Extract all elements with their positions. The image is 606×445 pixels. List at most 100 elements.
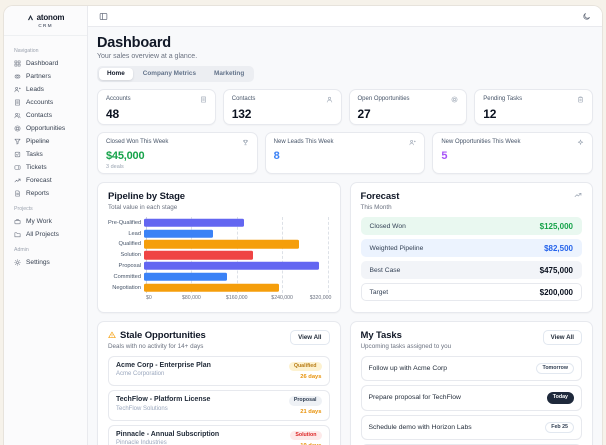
sidebar-item-tasks[interactable]: Tasks — [11, 148, 80, 161]
clipboard-icon — [577, 96, 584, 103]
pipeline-chart-subtitle: Total value in each stage — [108, 204, 178, 212]
task-item[interactable]: Follow up with Acme Corp Tomorrow — [360, 355, 582, 382]
pipeline-bar-chart: Pre-Qualified Lead Qualified Solution Pr… — [108, 217, 331, 304]
ticket-icon — [14, 164, 21, 171]
forecast-row-best-case: Best Case $475,000 — [360, 261, 582, 280]
sidebar-item-leads[interactable]: Leads — [11, 83, 80, 96]
sidebar-item-partners[interactable]: Partners — [11, 70, 80, 83]
pipeline-chart-title: Pipeline by Stage — [108, 191, 185, 203]
sidebar-item-all-projects[interactable]: All Projects — [11, 228, 80, 241]
chart-row: Proposal — [108, 261, 330, 272]
closed-won-value: $45,000 — [106, 150, 145, 163]
stat-value-accounts: 48 — [106, 107, 119, 122]
stat-card-open-opportunities: Open Opportunities 27 — [348, 89, 468, 126]
new-opportunities-value: 5 — [441, 150, 448, 163]
opportunity-item[interactable]: Acme Corp - Enterprise Plan Acme Corpora… — [108, 355, 330, 387]
sidebar-item-accounts[interactable]: Accounts — [11, 96, 80, 109]
opportunity-item[interactable]: Pinnacle - Annual Subscription Pinnacle … — [108, 424, 330, 445]
pipeline-chart-panel: Pipeline by Stage Total value in each st… — [97, 182, 341, 313]
sidebar-item-forecast[interactable]: Forecast — [11, 174, 80, 187]
highlights-row: Closed Won This Week $45,000 3 deals New… — [97, 132, 593, 175]
sidebar-item-dashboard[interactable]: Dashboard — [11, 57, 80, 70]
dashboard-content: Dashboard Your sales overview at a glanc… — [88, 27, 602, 445]
sidebar-item-settings[interactable]: Settings — [11, 256, 80, 269]
stale-opportunities-list: Acme Corp - Enterprise Plan Acme Corpora… — [108, 355, 330, 445]
main-area: Dashboard Your sales overview at a glanc… — [88, 6, 602, 445]
due-badge: Feb 25 — [545, 421, 574, 433]
my-tasks-panel: My Tasks Upcoming tasks assigned to you … — [349, 320, 593, 445]
tab-marketing[interactable]: Marketing — [206, 68, 252, 80]
stat-value-pending-tasks: 12 — [483, 107, 497, 122]
theme-toggle-button[interactable] — [580, 10, 593, 23]
partners-icon — [14, 73, 21, 80]
topbar — [88, 6, 602, 27]
funnel-icon — [14, 138, 21, 145]
bar-proposal — [144, 261, 319, 271]
bar-pre-qualified — [144, 218, 245, 227]
closed-won-deals: 3 deals — [106, 164, 124, 171]
app-window: atonom CRM Navigation Dashboard Partners… — [0, 0, 606, 445]
stage-badge: Solution — [290, 430, 322, 440]
sidebar-item-my-work[interactable]: My Work — [11, 215, 80, 228]
app-product: CRM — [38, 24, 53, 29]
stale-opportunities-title: Stale Opportunities — [120, 329, 206, 341]
user-icon — [326, 96, 333, 103]
task-item[interactable]: Prepare proposal for TechFlow Today — [360, 385, 582, 411]
sidebar-item-opportunities[interactable]: Opportunities — [11, 122, 80, 135]
stat-value-contacts: 132 — [231, 107, 252, 122]
bar-negotiation — [144, 283, 279, 292]
stage-badge: Proposal — [288, 396, 322, 406]
tab-home[interactable]: Home — [99, 68, 133, 81]
trending-up-icon — [574, 191, 582, 199]
dashboard-tabs: Home Company Metrics Marketing — [97, 66, 255, 83]
page-title: Dashboard — [97, 35, 171, 51]
highlight-card-new-opportunities: New Opportunities This Week 5 — [432, 132, 593, 175]
stat-card-accounts: Accounts 48 — [97, 89, 216, 126]
stale-view-all-button[interactable]: View All — [290, 329, 330, 345]
sparkles-icon — [577, 139, 584, 146]
stat-card-contacts: Contacts 132 — [222, 89, 342, 126]
user-plus-icon — [14, 86, 21, 93]
logo-icon — [27, 14, 34, 21]
task-item[interactable]: Schedule demo with Horizon Labs Feb 25 — [360, 414, 582, 440]
my-tasks-title: My Tasks — [360, 329, 402, 341]
forecast-rows: Closed Won $125,000 Weighted Pipeline $8… — [360, 217, 582, 302]
my-tasks-subtitle: Upcoming tasks assigned to you — [360, 342, 452, 350]
page-subtitle: Your sales overview at a glance. — [97, 53, 198, 60]
chart-row: Pre-Qualified — [108, 217, 330, 228]
due-badge: Tomorrow — [536, 362, 574, 375]
users-icon — [14, 112, 21, 119]
sidebar-item-tickets[interactable]: Tickets — [11, 161, 80, 174]
stale-opportunities-panel: Stale Opportunities Deals with no activi… — [97, 320, 341, 445]
highlight-card-closed-won: Closed Won This Week $45,000 3 deals — [97, 132, 258, 175]
chart-row: Solution — [108, 250, 330, 261]
opportunity-item[interactable]: TechFlow - Platform License TechFlow Sol… — [108, 390, 330, 421]
trophy-icon — [242, 139, 249, 146]
panel-left-icon — [99, 12, 108, 21]
building-icon — [14, 99, 21, 106]
forecast-panel: Forecast This Month Closed Won $125,000 … — [349, 182, 593, 313]
briefcase-icon — [14, 218, 21, 225]
highlight-card-new-leads: New Leads This Week 8 — [264, 132, 426, 175]
sidebar-item-reports[interactable]: Reports — [11, 187, 80, 200]
file-text-icon — [14, 190, 21, 197]
bottom-row: Stale Opportunities Deals with no activi… — [97, 320, 593, 445]
folder-icon — [14, 231, 21, 238]
check-square-icon — [14, 151, 21, 158]
dashboard-icon — [14, 60, 21, 67]
app-name: atonom — [36, 13, 65, 22]
sidebar-toggle-button[interactable] — [97, 10, 110, 23]
chart-row: Negotiation — [108, 282, 330, 293]
bar-qualified — [144, 240, 299, 249]
nav-section-navigation: Navigation — [14, 48, 39, 54]
chart-row: Qualified — [108, 239, 330, 250]
sidebar-nav: Navigation Dashboard Partners Leads Acco… — [4, 36, 87, 275]
tasks-view-all-button[interactable]: View All — [542, 329, 582, 345]
sidebar: atonom CRM Navigation Dashboard Partners… — [4, 6, 88, 445]
forecast-row-closed-won: Closed Won $125,000 — [360, 217, 582, 236]
sidebar-item-pipeline[interactable]: Pipeline — [11, 135, 80, 148]
moon-icon — [582, 12, 591, 21]
bar-solution — [144, 250, 253, 260]
tab-company-metrics[interactable]: Company Metrics — [135, 68, 204, 80]
sidebar-item-contacts[interactable]: Contacts — [11, 109, 80, 122]
